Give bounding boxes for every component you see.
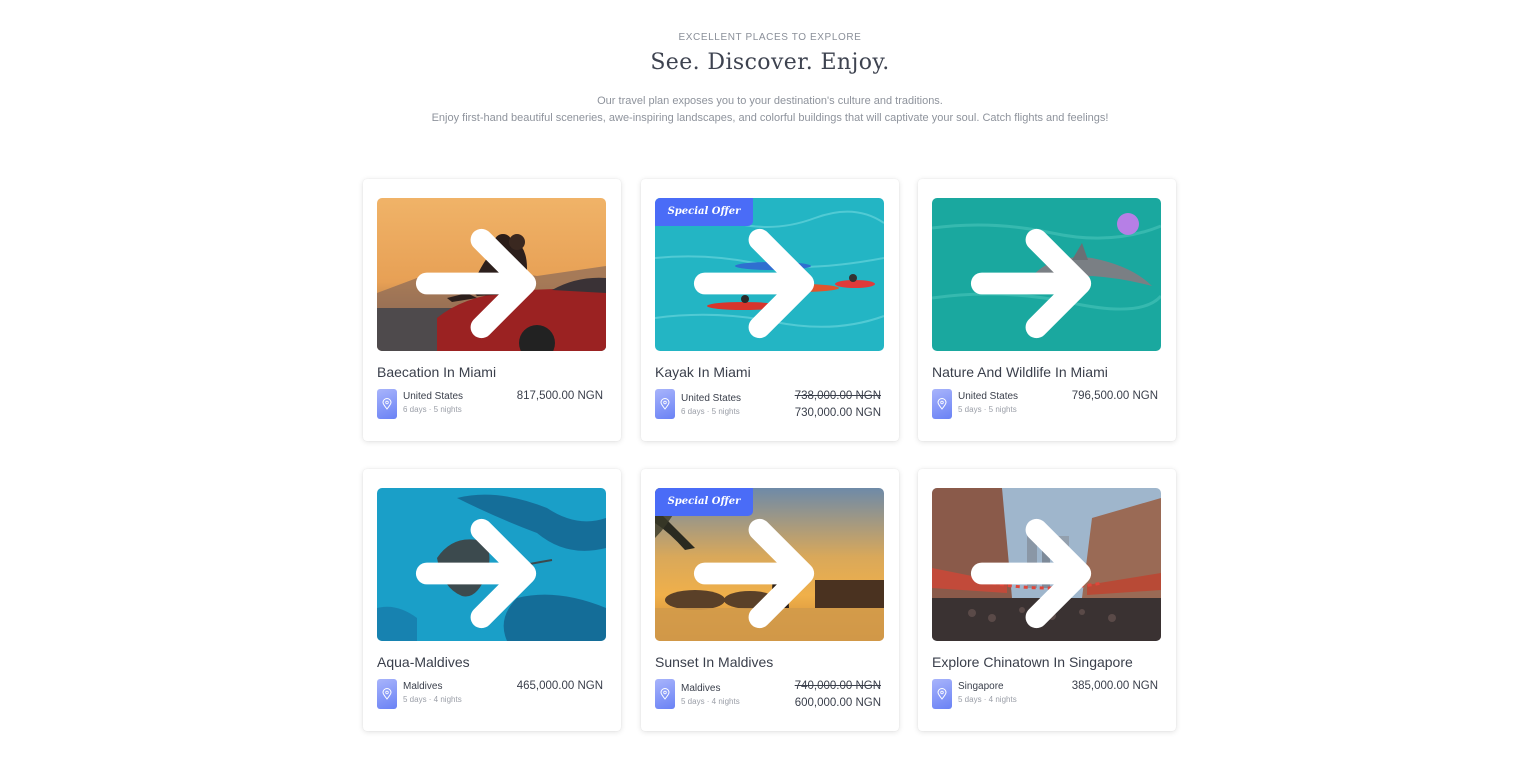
tour-location: Maldives bbox=[403, 681, 443, 692]
tour-price: 465,000.00 NGN bbox=[516, 680, 603, 692]
tour-title[interactable]: Kayak In Miami bbox=[655, 364, 751, 380]
tour-location: Singapore bbox=[958, 681, 1004, 692]
arrow-right-icon[interactable] bbox=[655, 497, 874, 641]
tour-price: 730,000.00 NGN bbox=[794, 407, 881, 419]
tour-photo-stingray[interactable] bbox=[377, 488, 606, 641]
tour-title[interactable]: Explore Chinatown In Singapore bbox=[932, 654, 1133, 670]
tour-price: 385,000.00 NGN bbox=[1071, 680, 1158, 692]
arrow-right-icon[interactable] bbox=[377, 207, 596, 351]
tour-card[interactable]: Explore Chinatown In Singapore Singapore… bbox=[918, 469, 1176, 731]
tour-title[interactable]: Sunset In Maldives bbox=[655, 654, 773, 670]
tour-title[interactable]: Baecation In Miami bbox=[377, 364, 496, 380]
tour-location: United States bbox=[403, 391, 464, 402]
section-title: See. Discover. Enjoy. bbox=[650, 50, 890, 75]
tour-photo-kayaks[interactable]: Special Offer bbox=[655, 198, 884, 351]
tour-duration: 6 days · 5 nights bbox=[403, 405, 462, 414]
tour-duration: 5 days · 4 nights bbox=[681, 697, 740, 706]
tour-title[interactable]: Nature And Wildlife In Miami bbox=[932, 364, 1108, 380]
tour-location: Maldives bbox=[681, 683, 721, 694]
location-pin-icon bbox=[655, 679, 675, 709]
tour-old-price: 740,000.00 NGN bbox=[794, 680, 881, 692]
tour-duration: 5 days · 5 nights bbox=[958, 405, 1017, 414]
tour-card[interactable]: Baecation In Miami United States 6 days … bbox=[363, 179, 621, 441]
tour-photo-dolphin[interactable] bbox=[932, 198, 1161, 351]
tour-price: 817,500.00 NGN bbox=[516, 390, 603, 402]
tour-card[interactable]: Aqua-Maldives Maldives 5 days · 4 nights… bbox=[363, 469, 621, 731]
tour-duration: 5 days · 4 nights bbox=[403, 695, 462, 704]
section-eyebrow: EXCELLENT PLACES TO EXPLORE bbox=[678, 32, 862, 43]
location-pin-icon bbox=[377, 389, 397, 419]
tour-photo-chinatown[interactable] bbox=[932, 488, 1161, 641]
arrow-right-icon[interactable] bbox=[932, 207, 1151, 351]
section-subtitle-line-2: Enjoy first-hand beautiful sceneries, aw… bbox=[431, 112, 1109, 124]
tour-title[interactable]: Aqua-Maldives bbox=[377, 654, 470, 670]
tour-price: 796,500.00 NGN bbox=[1071, 390, 1158, 402]
tour-old-price: 738,000.00 NGN bbox=[794, 390, 881, 402]
arrow-right-icon[interactable] bbox=[932, 497, 1151, 641]
location-pin-icon bbox=[932, 389, 952, 419]
location-pin-icon bbox=[377, 679, 397, 709]
tour-location: United States bbox=[681, 393, 742, 404]
tour-card[interactable]: Special Offer Sunset In Maldives Maldive… bbox=[641, 469, 899, 731]
tour-photo-sunset-couple-car[interactable] bbox=[377, 198, 606, 351]
tour-card[interactable]: Nature And Wildlife In Miami United Stat… bbox=[918, 179, 1176, 441]
section-subtitle-line-1: Our travel plan exposes you to your dest… bbox=[597, 95, 943, 107]
location-pin-icon bbox=[655, 389, 675, 419]
tour-duration: 6 days · 5 nights bbox=[681, 407, 740, 416]
tour-photo-sunset-beach[interactable]: Special Offer bbox=[655, 488, 884, 641]
tour-card[interactable]: Special Offer Kayak In Miami United Stat… bbox=[641, 179, 899, 441]
arrow-right-icon[interactable] bbox=[377, 497, 596, 641]
arrow-right-icon[interactable] bbox=[655, 207, 874, 351]
tour-duration: 5 days · 4 nights bbox=[958, 695, 1017, 704]
location-pin-icon bbox=[932, 679, 952, 709]
tour-price: 600,000.00 NGN bbox=[794, 697, 881, 709]
tour-location: United States bbox=[958, 391, 1019, 402]
